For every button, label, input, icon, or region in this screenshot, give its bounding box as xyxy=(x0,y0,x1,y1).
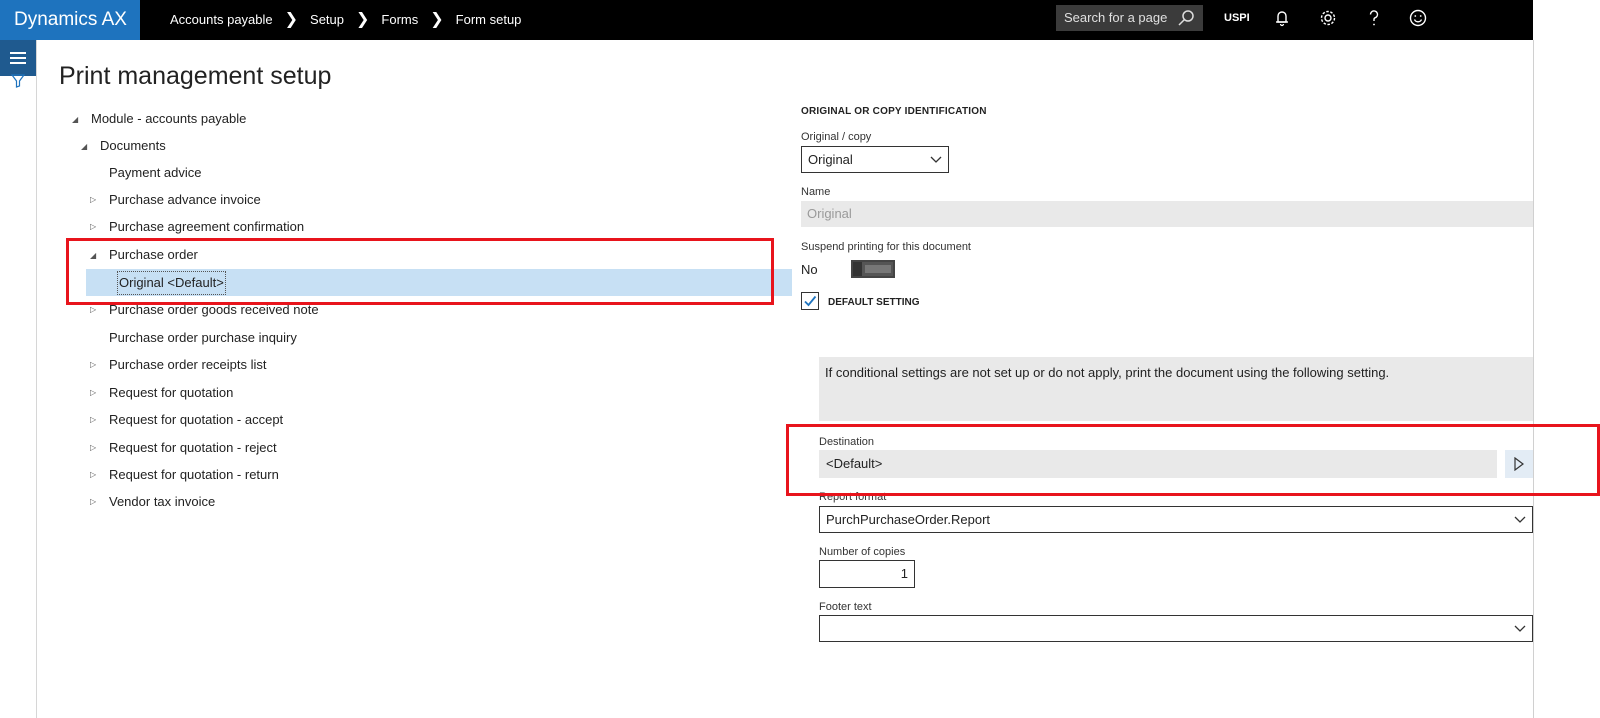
tree-item-label: Request for quotation - accept xyxy=(109,412,284,427)
filter-icon[interactable] xyxy=(11,74,25,88)
tree-item-label: Purchase agreement confirmation xyxy=(109,219,305,234)
annotation-box-purchase-order xyxy=(66,238,774,305)
tree-item-label: Purchase advance invoice xyxy=(109,192,261,207)
checkmark-icon xyxy=(804,295,817,307)
smiley-icon[interactable] xyxy=(1408,8,1428,28)
tree-item-label: Vendor tax invoice xyxy=(109,494,216,509)
tree-item-label: Request for quotation - reject xyxy=(109,440,277,455)
footer-text-label: Footer text xyxy=(819,601,872,613)
default-setting-checkbox[interactable] xyxy=(801,292,819,310)
original-copy-value: Original xyxy=(808,152,853,167)
default-setting-label: DEFAULT SETTING xyxy=(828,297,920,308)
chevron-down-icon xyxy=(1514,625,1526,632)
annotation-box-destination xyxy=(786,424,1600,496)
tree-collapsed-icon[interactable]: ▷ xyxy=(90,408,96,432)
tree-collapsed-icon[interactable]: ▷ xyxy=(90,463,96,487)
breadcrumb-accounts-payable[interactable]: Accounts payable xyxy=(170,2,273,38)
breadcrumb-form-setup[interactable]: Form setup xyxy=(456,2,522,38)
search-placeholder: Search for a page xyxy=(1064,10,1168,25)
breadcrumb: Accounts payable ❯ Setup ❯ Forms ❯ Form … xyxy=(170,0,521,40)
gear-icon[interactable] xyxy=(1318,8,1338,28)
breadcrumb-forms[interactable]: Forms xyxy=(381,2,418,38)
company-picker[interactable]: USPI xyxy=(1224,0,1250,36)
chevron-down-icon xyxy=(930,156,942,163)
report-format-select[interactable]: PurchPurchaseOrder.Report xyxy=(819,506,1533,533)
top-bar: Dynamics AX Accounts payable ❯ Setup ❯ F… xyxy=(0,0,1533,40)
search-input[interactable]: Search for a page xyxy=(1056,5,1203,31)
report-format-value: PurchPurchaseOrder.Report xyxy=(826,512,991,527)
copies-input[interactable]: 1 xyxy=(819,560,915,588)
info-text: If conditional settings are not set up o… xyxy=(825,365,1390,380)
hamburger-menu-icon[interactable] xyxy=(0,40,36,76)
breadcrumb-setup[interactable]: Setup xyxy=(310,2,344,38)
chevron-right-icon: ❯ xyxy=(356,11,370,28)
left-nav-rail xyxy=(0,40,37,718)
tree-collapsed-icon[interactable]: ▷ xyxy=(90,436,96,460)
tree-collapsed-icon[interactable]: ▷ xyxy=(90,215,96,239)
chevron-right-icon: ❯ xyxy=(430,11,444,28)
tree-collapsed-icon[interactable]: ▷ xyxy=(90,490,96,514)
tree-collapsed-icon[interactable]: ▷ xyxy=(90,381,96,405)
copies-label: Number of copies xyxy=(819,546,906,558)
search-icon[interactable] xyxy=(1177,9,1195,27)
chevron-down-icon xyxy=(1514,516,1526,523)
chevron-right-icon: ❯ xyxy=(284,11,299,28)
original-copy-select[interactable]: Original xyxy=(801,146,949,173)
original-copy-label: Original / copy xyxy=(801,131,872,143)
bell-icon[interactable] xyxy=(1272,8,1292,28)
section-header: ORIGINAL OR COPY IDENTIFICATION xyxy=(801,106,987,117)
tree-item-label: Payment advice xyxy=(109,165,202,180)
tree-collapsed-icon[interactable]: ▷ xyxy=(90,353,96,377)
suspend-printing-label: Suspend printing for this document xyxy=(801,241,971,253)
tree-item-label: Request for quotation xyxy=(109,385,234,400)
page-title: Print management setup xyxy=(59,62,332,90)
tree-item-label: Purchase order receipts list xyxy=(109,357,267,372)
tree-item-label: Module - accounts payable xyxy=(91,111,247,126)
tree-expanded-icon[interactable]: ◢ xyxy=(72,108,78,132)
help-icon[interactable] xyxy=(1364,8,1384,28)
tree-item-label: Request for quotation - return xyxy=(109,467,279,482)
name-label: Name xyxy=(801,186,831,198)
tree-item-label: Documents xyxy=(100,138,166,153)
tree-collapsed-icon[interactable]: ▷ xyxy=(90,188,96,212)
tree-item-label: Purchase order purchase inquiry xyxy=(109,330,297,345)
tree-expanded-icon[interactable]: ◢ xyxy=(81,135,87,159)
name-field: Original xyxy=(801,201,1533,227)
page-right-border xyxy=(1533,40,1534,718)
suspend-printing-toggle[interactable] xyxy=(851,260,895,278)
app-brand[interactable]: Dynamics AX xyxy=(0,0,140,40)
suspend-printing-value: No xyxy=(801,262,818,277)
footer-text-select[interactable] xyxy=(819,615,1533,642)
